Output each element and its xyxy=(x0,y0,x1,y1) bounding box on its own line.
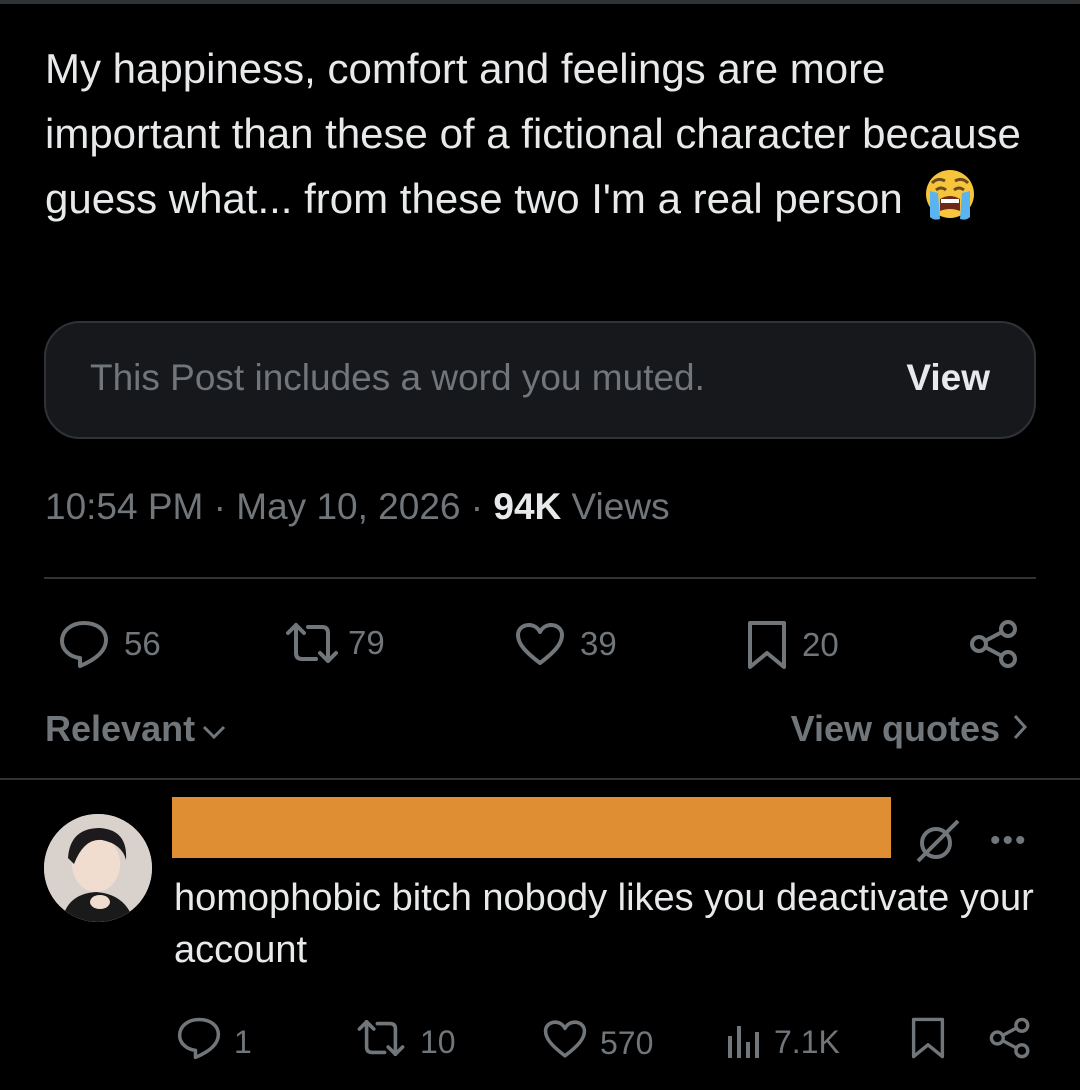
more-options-icon[interactable]: ••• xyxy=(990,824,1028,858)
repost-button[interactable]: 79 xyxy=(282,621,385,665)
divider xyxy=(0,778,1080,780)
share-icon xyxy=(968,619,1020,669)
reply-reply-count: 1 xyxy=(234,1023,252,1060)
view-quotes-label: View quotes xyxy=(790,708,1000,749)
chevron-right-icon xyxy=(1012,708,1028,750)
post-text: My happiness, comfort and feelings are m… xyxy=(45,45,1021,222)
views-count: 94K xyxy=(493,486,562,527)
bookmark-button[interactable]: 20 xyxy=(746,619,839,671)
top-border xyxy=(0,0,1080,4)
redacted-username xyxy=(172,797,891,858)
share-icon xyxy=(988,1016,1032,1068)
heart-icon xyxy=(542,1018,588,1068)
post-time[interactable]: 10:54 PM xyxy=(45,486,203,527)
repost-icon xyxy=(282,621,342,665)
reply-views-button[interactable]: 7.1K xyxy=(726,1016,840,1068)
bookmark-count: 20 xyxy=(802,626,839,663)
share-button[interactable] xyxy=(968,619,1020,669)
sort-label: Relevant xyxy=(45,708,196,749)
view-quotes-link[interactable]: View quotes xyxy=(791,708,1028,750)
post-body: My happiness, comfort and feelings are m… xyxy=(45,36,1045,231)
crying-face-icon xyxy=(922,167,978,223)
reply-count: 56 xyxy=(124,625,161,662)
post-date[interactable]: May 10, 2026 xyxy=(236,486,460,527)
bookmark-icon xyxy=(746,619,788,671)
repost-icon xyxy=(354,1018,408,1066)
reply-like-count: 570 xyxy=(600,1024,654,1061)
grok-icon[interactable] xyxy=(912,815,964,872)
chevron-down-icon xyxy=(201,708,227,750)
reply-views-count: 7.1K xyxy=(774,1023,840,1060)
reply-icon xyxy=(176,1016,222,1068)
like-button[interactable]: 39 xyxy=(514,621,617,667)
reply-repost-button[interactable]: 10 xyxy=(354,1018,456,1066)
analytics-icon xyxy=(726,1016,762,1068)
heart-icon xyxy=(514,621,566,667)
reply-share-button[interactable] xyxy=(988,1016,1032,1068)
reply-text: homophobic bitch nobody likes you deacti… xyxy=(174,877,1034,971)
muted-word-notice: This Post includes a word you muted. Vie… xyxy=(44,321,1036,439)
bookmark-icon xyxy=(910,1016,946,1068)
reply-icon xyxy=(58,619,110,669)
separator: · xyxy=(213,486,226,527)
avatar[interactable] xyxy=(44,814,152,922)
views-label: Views xyxy=(571,486,670,527)
like-count: 39 xyxy=(580,625,617,662)
reply-repost-count: 10 xyxy=(420,1023,456,1060)
view-muted-post-button[interactable]: View xyxy=(906,357,990,399)
reply-like-button[interactable]: 570 xyxy=(542,1018,653,1068)
sort-relevant-dropdown[interactable]: Relevant xyxy=(45,708,227,750)
repost-count: 79 xyxy=(348,624,385,661)
reply-bookmark-button[interactable] xyxy=(910,1016,946,1068)
divider xyxy=(44,577,1036,579)
separator: · xyxy=(470,486,484,527)
muted-notice-text: This Post includes a word you muted. xyxy=(90,357,705,398)
post-metadata: 10:54 PM · May 10, 2026 · 94K Views xyxy=(45,486,670,528)
reply-reply-button[interactable]: 1 xyxy=(176,1016,252,1068)
reply-button[interactable]: 56 xyxy=(58,619,161,669)
